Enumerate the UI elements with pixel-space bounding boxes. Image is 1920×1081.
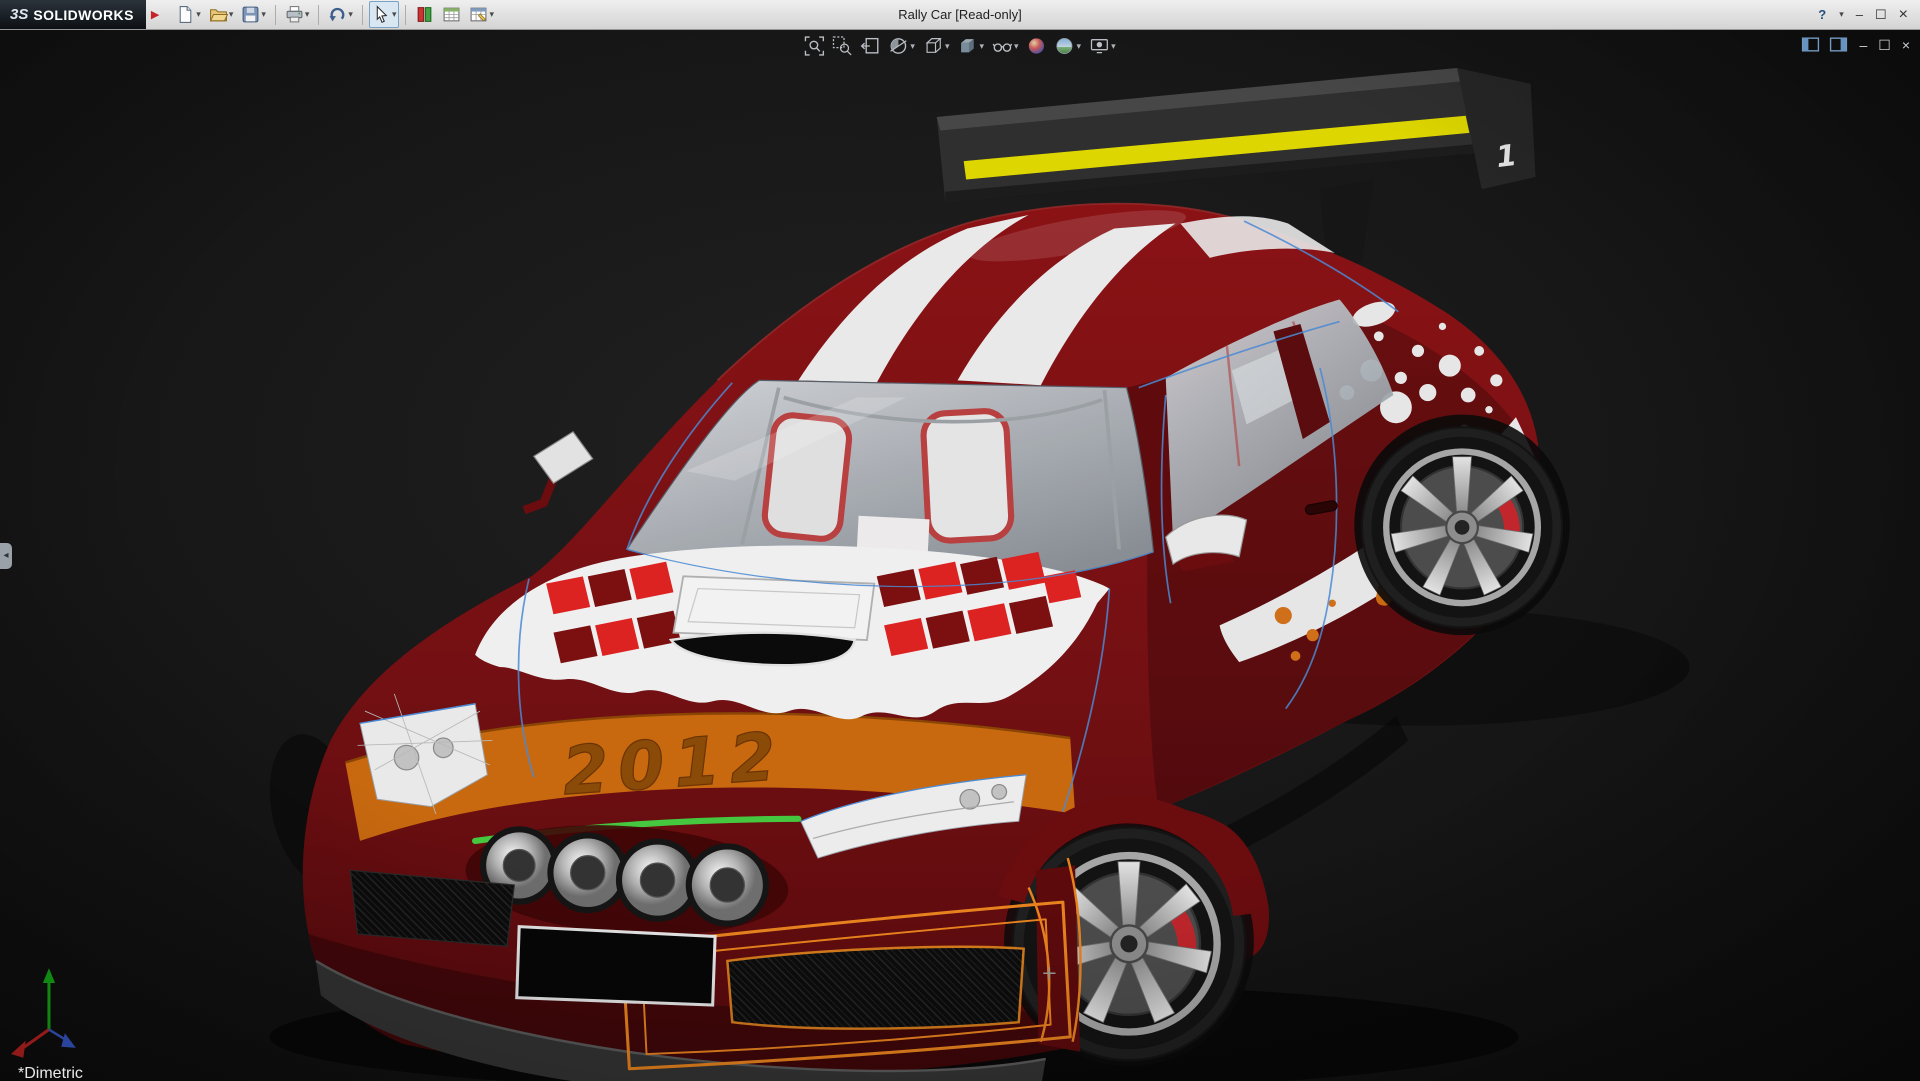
rebuild-button[interactable] [412,1,437,28]
new-document-button[interactable]: ▾ [173,1,204,28]
dropdown-caret-icon[interactable]: ▾ [1014,42,1019,51]
printer-icon [285,5,304,24]
headsup-view-toolbar: ▾ ▾ ▾ ▾ ▾ ▾ [804,36,1115,56]
dropdown-caret-icon[interactable]: ▾ [392,10,397,19]
doc-restore-button[interactable]: ☐ [1878,38,1891,52]
undo-button[interactable]: ▾ [325,1,356,28]
hide-show-icon [992,36,1012,56]
toolbar-separator [405,5,406,25]
view-settings-icon [1089,36,1109,56]
minimize-button[interactable]: – [1856,8,1863,21]
toolbar-separator [362,5,363,25]
center-mesh-grille[interactable] [727,947,1023,1029]
pane-right-icon [1829,35,1848,54]
sheet-properties-button[interactable]: ▾ [466,1,497,28]
select-button[interactable]: ▾ [369,1,400,28]
brand-text: SOLIDWORKS [33,7,133,23]
print-button[interactable]: ▾ [282,1,313,28]
view-orientation-button[interactable]: ▾ [923,36,950,56]
dropdown-caret-icon[interactable]: ▾ [945,42,950,51]
titlebar-controls: ? ▾ – ☐ × [1818,7,1920,23]
save-button[interactable]: ▾ [238,1,269,28]
close-button[interactable]: × [1899,7,1908,23]
display-style-icon [957,36,977,56]
view-settings-button[interactable]: ▾ [1089,36,1116,56]
dropdown-caret-icon[interactable]: ▾ [348,10,353,19]
dropdown-caret-icon[interactable]: ▾ [1111,42,1116,51]
edit-appearance-icon [1027,36,1047,56]
dropdown-caret-icon[interactable]: ▾ [489,10,494,19]
hood-scoop[interactable] [671,576,874,665]
logo-3ds-icon: 3S [10,6,28,23]
help-button[interactable]: ? [1818,8,1826,21]
view-orientation-icon [923,36,943,56]
dropdown-caret-icon[interactable]: ▾ [196,10,201,19]
previous-view-icon [860,36,880,56]
save-floppy-icon [241,5,260,24]
zoom-to-fit-button[interactable] [804,36,824,56]
solidworks-logo: 3S SOLIDWORKS [0,0,146,29]
apply-scene-button[interactable]: ▾ [1055,36,1082,56]
document-window-controls: – ☐ × [1801,35,1910,54]
rebuild-icon [415,5,434,24]
dropdown-caret-icon[interactable]: ▾ [910,42,915,51]
dropdown-caret-icon[interactable]: ▾ [261,10,266,19]
hide-show-items-button[interactable]: ▾ [992,36,1019,56]
dropdown-caret-icon[interactable]: ▾ [229,10,234,19]
previous-view-button[interactable] [860,36,880,56]
toolbar-separator [318,5,319,25]
doc-close-button[interactable]: × [1902,38,1910,52]
doc-minimize-button[interactable]: – [1859,38,1867,52]
decal-2012[interactable]: 2012 [560,718,788,810]
select-cursor-icon [372,5,391,24]
section-view-icon [888,36,908,56]
apply-scene-icon [1055,36,1075,56]
main-toolbar: ▾ ▾ ▾ ▾ ▾ ▾ ▾ [173,1,497,28]
open-button[interactable]: ▾ [206,1,237,28]
undo-arrow-icon [328,5,347,24]
edit-appearance-button[interactable] [1027,36,1047,56]
scene-svg[interactable]: 1 [0,30,1920,1081]
open-folder-icon [209,5,228,24]
help-dropdown-caret-icon[interactable]: ▾ [1839,10,1844,19]
featuremanager-collapse-arrow[interactable]: ◂ [0,543,12,569]
zoom-area-icon [832,36,852,56]
sheet-properties-icon [469,5,488,24]
logo-arrow-icon: ▶ [151,8,159,21]
section-view-button[interactable]: ▾ [888,36,915,56]
zoom-fit-icon [804,36,824,56]
toolbar-separator [275,5,276,25]
show-feature-pane-button[interactable] [1801,35,1820,54]
wing-endplate-mark: 1 [1494,138,1518,174]
dropdown-caret-icon[interactable]: ▾ [305,10,310,19]
show-display-pane-button[interactable] [1829,35,1848,54]
titlebar: 3S SOLIDWORKS ▶ ▾▾▾▾▾▾▾ Rally Car [Read-… [0,0,1920,30]
maximize-button[interactable]: ☐ [1875,8,1887,21]
graphics-area[interactable]: 1 [0,30,1920,1081]
dropdown-caret-icon[interactable]: ▾ [1077,42,1082,51]
dropdown-caret-icon[interactable]: ▾ [979,42,984,51]
display-style-button[interactable]: ▾ [957,36,984,56]
zoom-to-area-button[interactable] [832,36,852,56]
pane-left-icon [1801,35,1820,54]
options-table-icon [442,5,461,24]
license-plate[interactable] [517,927,715,1005]
rear-wheel[interactable] [1361,426,1563,628]
view-orientation-label: *Dimetric [18,1065,83,1081]
new-document-icon [176,5,195,24]
options-table-button[interactable] [439,1,464,28]
